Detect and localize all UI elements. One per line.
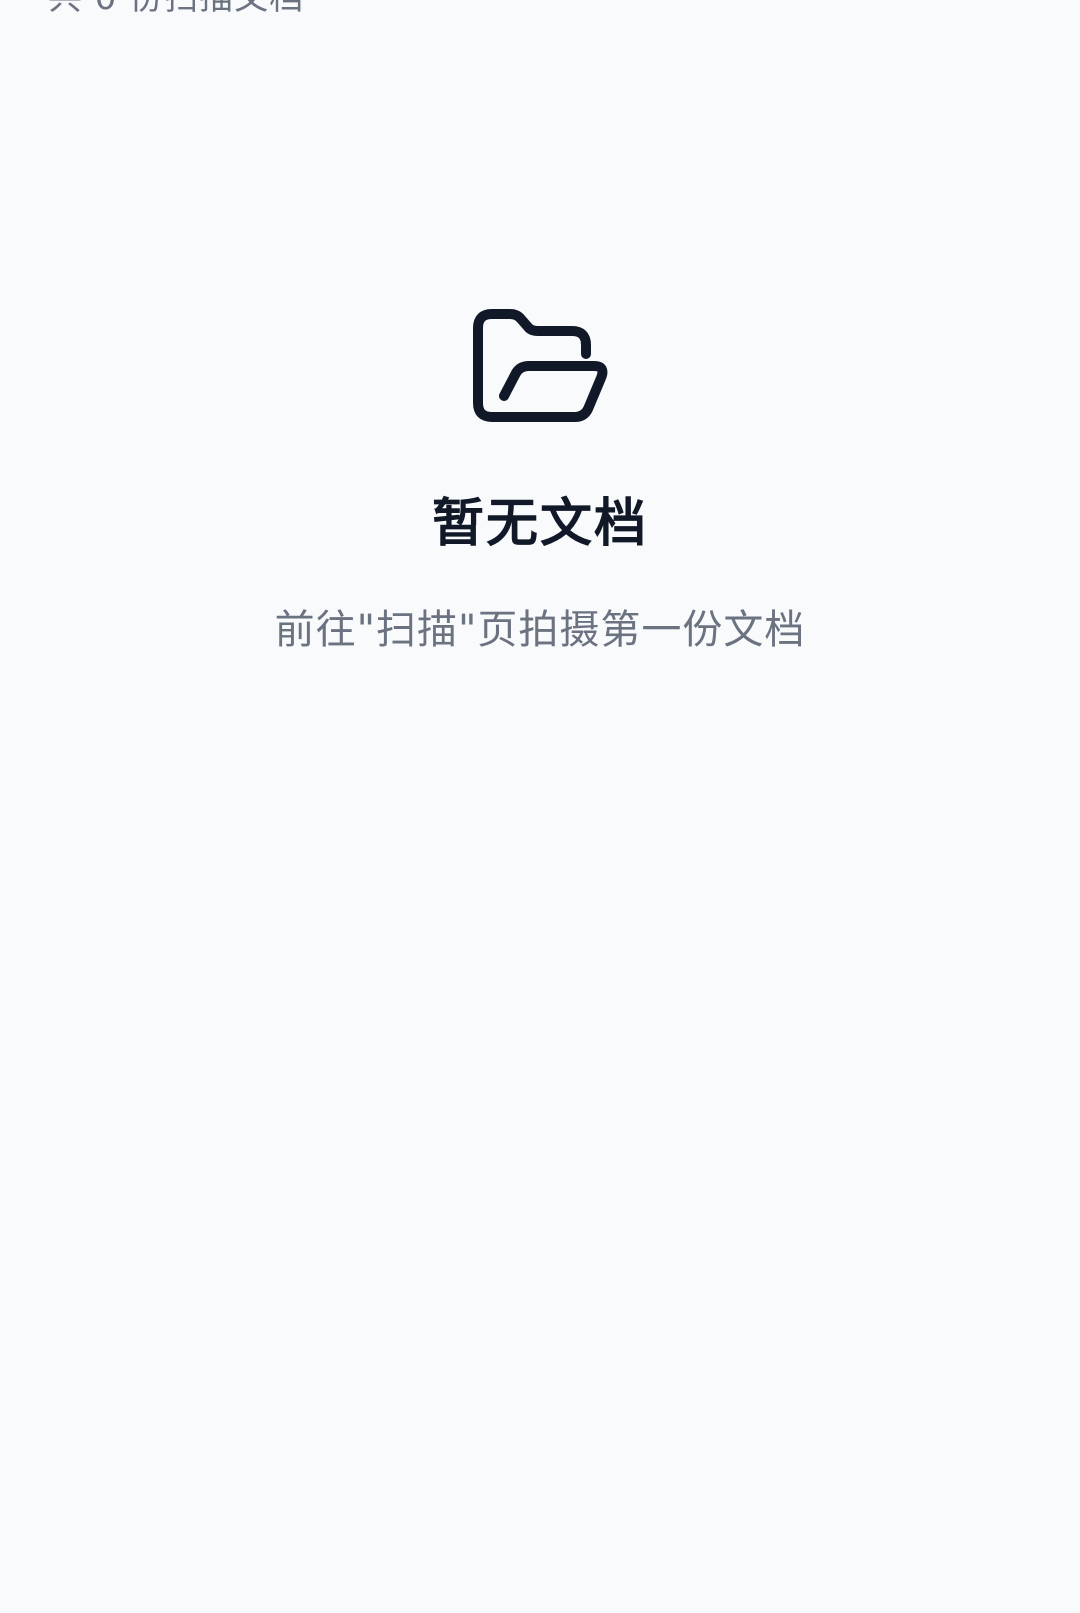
- empty-state-hint: 前往"扫描"页拍摄第一份文档: [274, 607, 806, 653]
- folder-open-icon: [472, 308, 608, 428]
- empty-state-title: 暂无文档: [431, 494, 648, 554]
- empty-state: 暂无文档 前往"扫描"页拍摄第一份文档: [0, 0, 1080, 1613]
